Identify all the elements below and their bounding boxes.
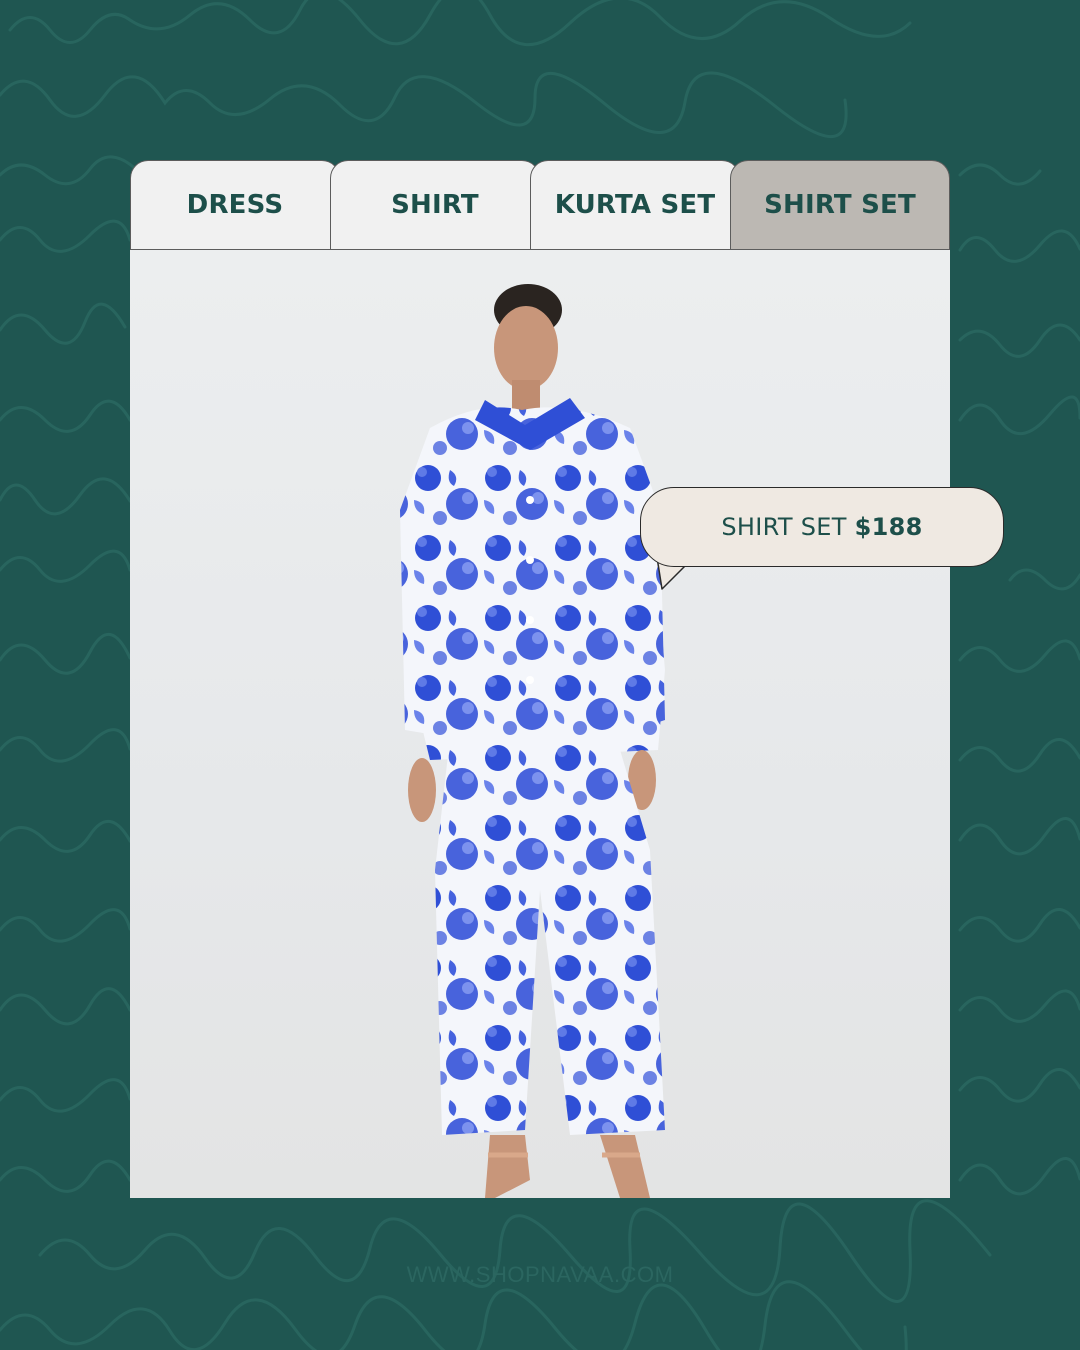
tabs-divider xyxy=(130,249,950,250)
tab-kurta-set-label: KURTA SET xyxy=(554,190,716,220)
tab-shirt-set[interactable]: SHIRT SET xyxy=(730,160,950,249)
price-tag-price: $188 xyxy=(854,513,923,541)
tab-shirt-set-label: SHIRT SET xyxy=(764,190,916,220)
category-tabs: DRESS SHIRT KURTA SET SHIRT SET xyxy=(130,160,950,250)
tab-dress-label: DRESS xyxy=(186,190,284,220)
price-tag-name: SHIRT SET xyxy=(721,513,847,541)
tab-dress[interactable]: DRESS xyxy=(130,160,340,249)
website-url: WWW.SHOPNAVAA.COM xyxy=(406,1262,674,1287)
model-figure xyxy=(400,284,665,1198)
tab-kurta-set[interactable]: KURTA SET xyxy=(530,160,740,249)
price-tooltip: SHIRT SET $188 xyxy=(640,487,1004,590)
tab-shirt[interactable]: SHIRT xyxy=(330,160,540,249)
product-card: DRESS SHIRT KURTA SET SHIRT SET xyxy=(130,160,950,1198)
price-bubble: SHIRT SET $188 xyxy=(640,487,1004,567)
tab-shirt-label: SHIRT xyxy=(391,190,479,220)
product-photo xyxy=(130,250,950,1198)
